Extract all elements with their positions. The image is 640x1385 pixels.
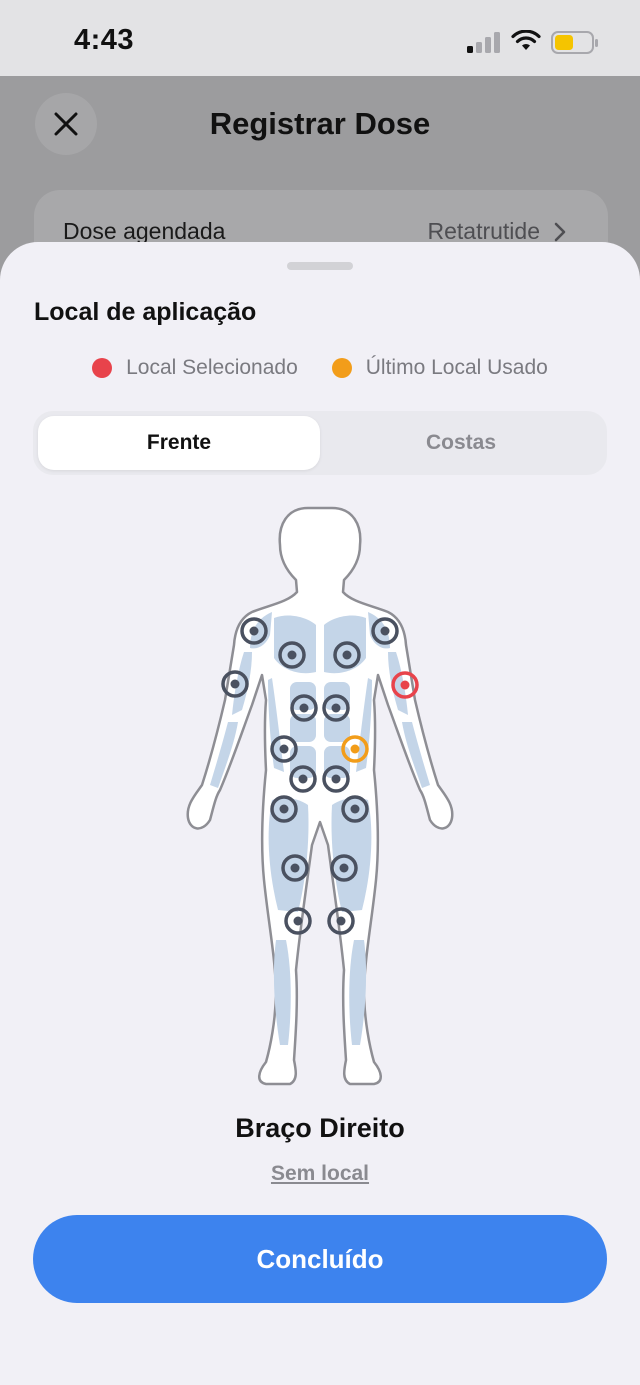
scheduled-dose-label: Dose agendada [63, 218, 226, 244]
legend-last-used-label: Último Local Usado [365, 356, 548, 379]
status-time: 4:43 [74, 24, 135, 56]
section-title: Local de aplicação [34, 298, 257, 326]
chevron-right-icon [554, 222, 566, 242]
selected-site-name: Braço Direito [235, 1113, 405, 1143]
selected-dot-icon [92, 358, 113, 378]
tab-back[interactable]: Costas [320, 416, 602, 470]
wifi-icon [511, 30, 541, 50]
tab-front[interactable]: Frente [38, 416, 320, 470]
legend: Local Selecionado Último Local Usado [0, 356, 640, 380]
body-map[interactable] [180, 500, 460, 1095]
no-site-link[interactable]: Sem local [0, 1162, 640, 1186]
sheet-grabber[interactable] [287, 262, 353, 270]
done-button[interactable]: Concluído [33, 1215, 607, 1303]
legend-selected-label: Local Selecionado [126, 356, 298, 379]
view-segmented-control: Frente Costas [33, 411, 607, 475]
scheduled-dose-value: Retatrutide [427, 218, 540, 244]
page-title: Registrar Dose [209, 106, 431, 141]
cellular-signal-icon [467, 32, 500, 53]
legend-last-used: Último Local Usado [331, 356, 548, 380]
status-bar: 4:43 [0, 0, 640, 76]
last-used-dot-icon [331, 358, 352, 378]
legend-selected: Local Selecionado [92, 356, 298, 380]
battery-icon [551, 31, 598, 54]
